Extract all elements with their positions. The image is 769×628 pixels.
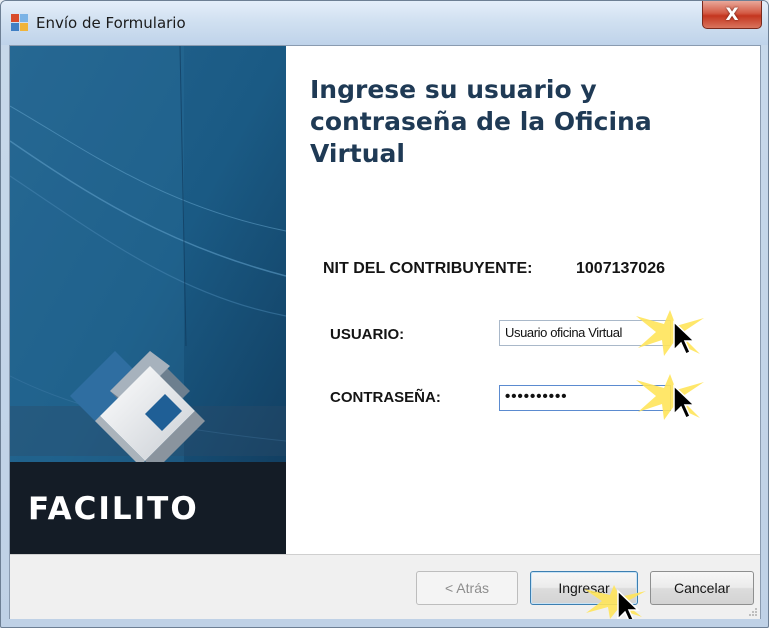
title-bar[interactable]: Envío de Formulario X bbox=[1, 1, 768, 45]
nit-label: NIT DEL CONTRIBUYENTE: bbox=[323, 260, 533, 277]
close-button[interactable]: X bbox=[702, 1, 762, 29]
username-input[interactable]: Usuario oficina Virtual bbox=[499, 320, 671, 346]
title-line-3: Virtual bbox=[310, 139, 405, 168]
facilito-banner: FACILITO bbox=[10, 46, 286, 554]
brand-text: FACILITO bbox=[28, 491, 199, 527]
password-label: CONTRASEÑA: bbox=[330, 389, 441, 406]
page-title: Ingrese su usuario y contraseña de la Of… bbox=[310, 74, 750, 170]
back-button[interactable]: < Atrás bbox=[416, 571, 518, 605]
password-input[interactable]: •••••••••• bbox=[499, 385, 671, 411]
close-icon: X bbox=[725, 4, 739, 25]
username-label: USUARIO: bbox=[330, 326, 405, 343]
resize-grip-icon[interactable] bbox=[748, 607, 758, 617]
title-line-2: contraseña de la Oficina bbox=[310, 107, 652, 136]
cancel-button[interactable]: Cancelar bbox=[650, 571, 754, 605]
app-icon bbox=[11, 14, 28, 31]
submit-button[interactable]: Ingresar bbox=[530, 571, 638, 605]
button-bar: < Atrás Ingresar Cancelar bbox=[10, 554, 760, 619]
title-line-1: Ingrese su usuario y bbox=[310, 75, 597, 104]
dialog-window: Envío de Formulario X FACILITO Ingrese s… bbox=[0, 0, 769, 628]
nit-value: 1007137026 bbox=[576, 260, 665, 277]
window-title: Envío de Formulario bbox=[36, 14, 186, 32]
dialog-content: FACILITO Ingrese su usuario y contraseña… bbox=[9, 45, 761, 619]
